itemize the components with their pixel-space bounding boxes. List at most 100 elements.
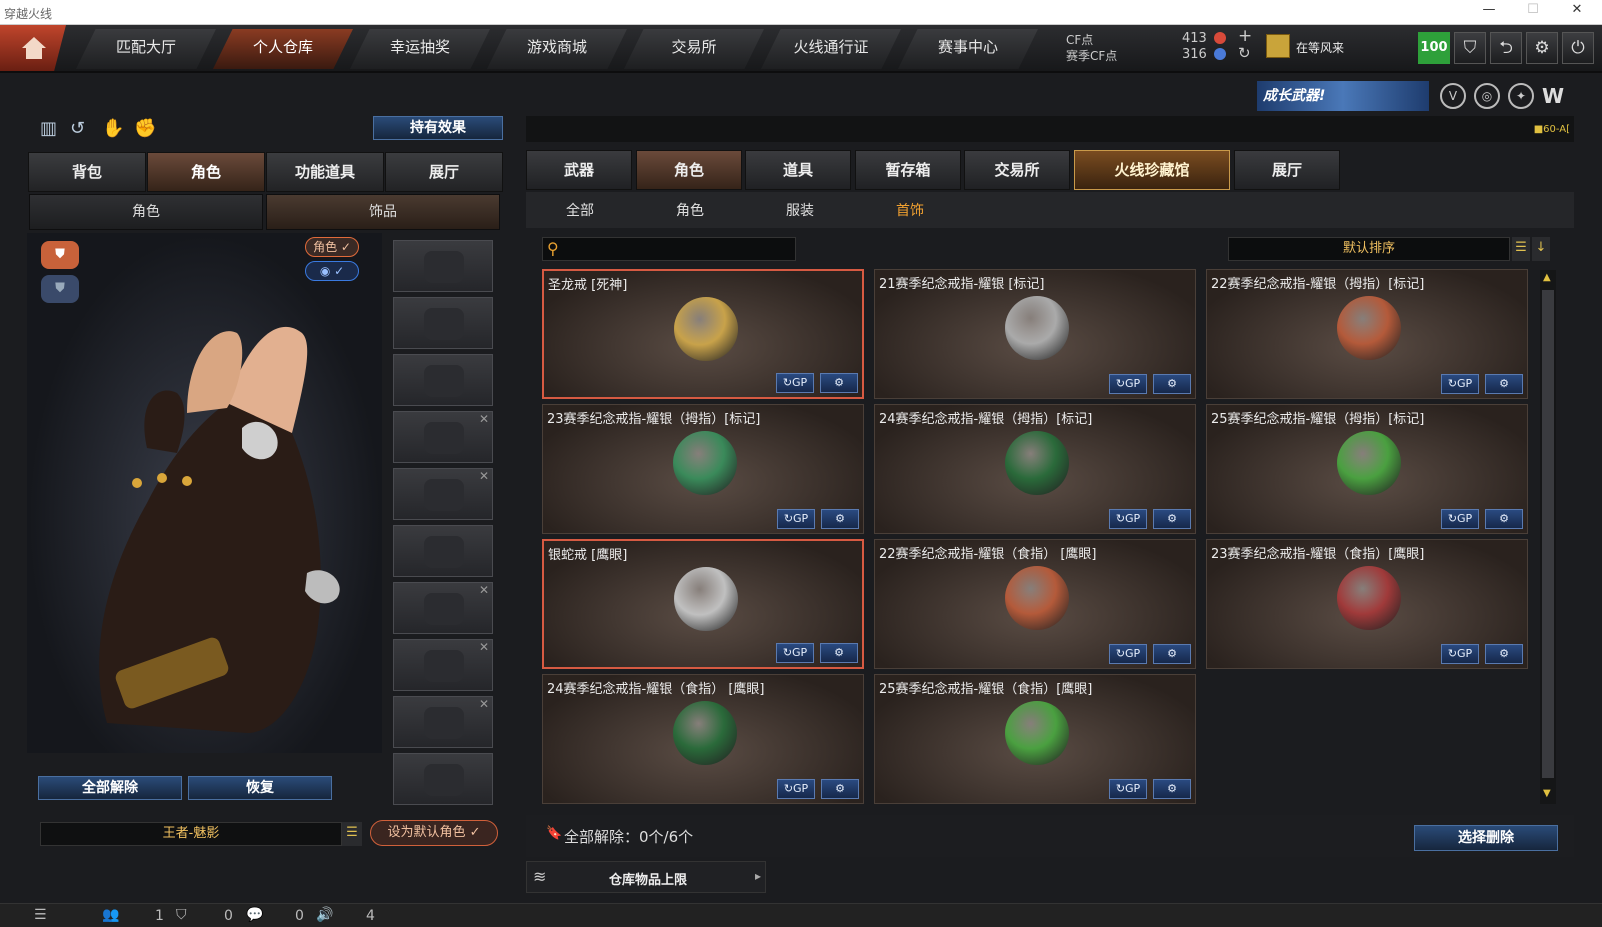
- settings-gear-icon[interactable]: ⚙: [820, 643, 858, 663]
- item-card[interactable]: 圣龙戒 [死神] ↻GP ⚙: [542, 269, 864, 399]
- nav-tab-2[interactable]: 幸运抽奖: [350, 29, 490, 69]
- settings-gear-icon[interactable]: ⚙: [821, 779, 859, 799]
- left-tab-1[interactable]: 角色: [147, 152, 265, 192]
- friends-icon[interactable]: 👥: [102, 907, 119, 923]
- sort-direction-icon[interactable]: ↓: [1532, 237, 1550, 261]
- select-delete-button[interactable]: 选择删除: [1414, 825, 1558, 851]
- scroll-up-icon[interactable]: ▲: [1543, 272, 1551, 283]
- equipment-slot[interactable]: ✕: [393, 411, 493, 463]
- settings-gear-icon[interactable]: ⚙: [821, 509, 859, 529]
- equipment-slot[interactable]: [393, 240, 493, 292]
- item-card[interactable]: 23赛季纪念戒指-耀银（拇指）[标记] ↻GP ⚙: [542, 404, 864, 534]
- hold-effect-button[interactable]: 持有效果: [373, 116, 503, 140]
- right-tab-0[interactable]: 武器: [526, 150, 632, 190]
- history-icon[interactable]: ↺: [70, 118, 85, 139]
- capacity-bar[interactable]: ≋ 仓库物品上限 ▸: [526, 861, 766, 893]
- list-icon[interactable]: ☰: [34, 907, 47, 923]
- item-card[interactable]: 银蛇戒 [鹰眼] ↻GP ⚙: [542, 539, 864, 669]
- filter-2[interactable]: 服装: [755, 200, 845, 220]
- left-tab-0[interactable]: 背包: [28, 152, 146, 192]
- convert-gp-button[interactable]: ↻GP: [1441, 374, 1479, 394]
- settings-gear-icon[interactable]: ⚙: [1153, 644, 1191, 664]
- equipment-slot[interactable]: [393, 753, 493, 805]
- crest-icon[interactable]: ✦: [1508, 83, 1534, 109]
- nav-tab-4[interactable]: 交易所: [624, 29, 764, 69]
- right-tab-1[interactable]: 角色: [636, 150, 742, 190]
- w-logo-icon[interactable]: W: [1542, 84, 1564, 108]
- filter-3[interactable]: 首饰: [865, 200, 955, 220]
- nav-tab-1[interactable]: 个人仓库: [213, 29, 353, 69]
- refresh-icon[interactable]: ↻: [1238, 44, 1251, 62]
- equipment-slot[interactable]: ✕: [393, 468, 493, 520]
- item-card[interactable]: 24赛季纪念戒指-耀银（食指） [鹰眼] ↻GP ⚙: [542, 674, 864, 804]
- item-card[interactable]: 25赛季纪念戒指-耀银（食指）[鹰眼] ↻GP ⚙: [874, 674, 1196, 804]
- right-tab-2[interactable]: 道具: [745, 150, 851, 190]
- item-card[interactable]: 24赛季纪念戒指-耀银（拇指）[标记] ↻GP ⚙: [874, 404, 1196, 534]
- filter-1[interactable]: 角色: [645, 200, 735, 220]
- volume-icon[interactable]: 🔊: [316, 907, 333, 923]
- left-subtab-0[interactable]: 角色: [29, 194, 263, 230]
- search-input[interactable]: [569, 240, 789, 258]
- nav-tab-0[interactable]: 匹配大厅: [76, 29, 216, 69]
- list-view-icon[interactable]: ☰: [1512, 237, 1530, 261]
- release-all-button[interactable]: 全部解除: [38, 776, 182, 800]
- scrollbar-thumb[interactable]: [1542, 290, 1554, 778]
- convert-gp-button[interactable]: ↻GP: [777, 779, 815, 799]
- item-card[interactable]: 22赛季纪念戒指-耀银（拇指）[标记] ↻GP ⚙: [1206, 269, 1528, 399]
- equipment-slot[interactable]: [393, 525, 493, 577]
- item-card[interactable]: 21赛季纪念戒指-耀银 [标记] ↻GP ⚙: [874, 269, 1196, 399]
- convert-gp-button[interactable]: ↻GP: [1109, 374, 1147, 394]
- filter-0[interactable]: 全部: [535, 200, 625, 220]
- add-cf-button[interactable]: +: [1238, 26, 1252, 46]
- close-button[interactable]: ✕: [1557, 2, 1597, 17]
- convert-gp-button[interactable]: ↻GP: [1441, 644, 1479, 664]
- settings-gear-icon[interactable]: ⚙: [1153, 779, 1191, 799]
- stats-icon[interactable]: ▥: [40, 118, 57, 139]
- power-icon[interactable]: ⏻: [1562, 32, 1594, 64]
- menu-icon[interactable]: ☰: [342, 822, 362, 846]
- vip-badge-icon[interactable]: V: [1440, 83, 1466, 109]
- gesture-icon[interactable]: ✊: [134, 118, 156, 139]
- character-mode-icon[interactable]: ⛊: [41, 241, 79, 269]
- item-card[interactable]: 22赛季纪念戒指-耀银（食指） [鹰眼] ↻GP ⚙: [874, 539, 1196, 669]
- shield-icon[interactable]: ⛉: [1454, 32, 1486, 64]
- nav-tab-3[interactable]: 游戏商城: [487, 29, 627, 69]
- right-tab-5[interactable]: 火线珍藏馆: [1074, 150, 1230, 190]
- convert-gp-button[interactable]: ↻GP: [1441, 509, 1479, 529]
- nav-tab-5[interactable]: 火线通行证: [761, 29, 901, 69]
- clan-icon[interactable]: ⛉: [176, 907, 187, 923]
- unequip-icon[interactable]: ✕: [479, 583, 489, 597]
- scrollbar-track[interactable]: ▲ ▼: [1540, 270, 1556, 804]
- right-tab-4[interactable]: 交易所: [964, 150, 1070, 190]
- chat-icon[interactable]: 💬: [246, 907, 263, 923]
- left-tab-3[interactable]: 展厅: [385, 152, 503, 192]
- back-icon[interactable]: ⮌: [1490, 32, 1522, 64]
- sort-select[interactable]: 默认排序: [1228, 237, 1510, 261]
- equipment-slot[interactable]: ✕: [393, 639, 493, 691]
- home-button[interactable]: [0, 25, 66, 71]
- convert-gp-button[interactable]: ↻GP: [777, 509, 815, 529]
- gear-icon[interactable]: ⚙: [1526, 32, 1558, 64]
- convert-gp-button[interactable]: ↻GP: [1109, 644, 1147, 664]
- settings-gear-icon[interactable]: ⚙: [820, 373, 858, 393]
- visibility-toggle[interactable]: ◉ ✓: [305, 261, 359, 281]
- left-subtab-1[interactable]: 饰品: [266, 194, 500, 230]
- settings-gear-icon[interactable]: ⚙: [1485, 509, 1523, 529]
- promo-banner[interactable]: 成长武器!: [1257, 81, 1429, 111]
- item-card[interactable]: 25赛季纪念戒指-耀银（拇指）[标记] ↻GP ⚙: [1206, 404, 1528, 534]
- weapon-mode-icon[interactable]: ⛊: [41, 275, 79, 303]
- convert-gp-button[interactable]: ↻GP: [1109, 509, 1147, 529]
- minimize-button[interactable]: —: [1469, 2, 1509, 17]
- left-tab-2[interactable]: 功能道具: [266, 152, 384, 192]
- right-tab-3[interactable]: 暂存箱: [855, 150, 961, 190]
- pose-icon[interactable]: ✋: [102, 118, 124, 139]
- equipment-slot[interactable]: [393, 354, 493, 406]
- nav-tab-6[interactable]: 赛事中心: [898, 29, 1038, 69]
- convert-gp-button[interactable]: ↻GP: [776, 373, 814, 393]
- unequip-icon[interactable]: ✕: [479, 697, 489, 711]
- search-box[interactable]: ⚲: [542, 237, 796, 261]
- role-toggle[interactable]: 角色 ✓: [305, 237, 359, 257]
- restore-button[interactable]: 恢复: [188, 776, 332, 800]
- scroll-down-icon[interactable]: ▼: [1543, 788, 1551, 799]
- equipment-slot[interactable]: [393, 297, 493, 349]
